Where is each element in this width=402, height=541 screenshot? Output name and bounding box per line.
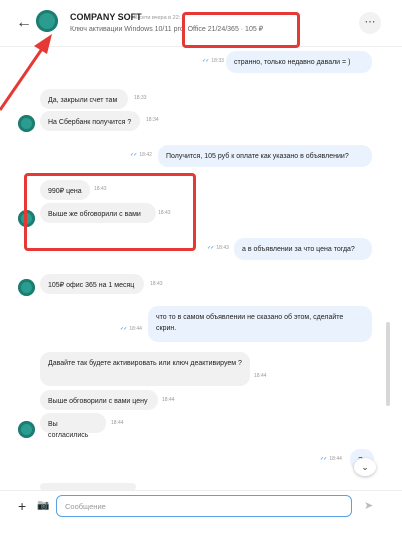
avatar: [18, 421, 35, 438]
avatar: [18, 279, 35, 296]
contact-name[interactable]: COMPANY SOFT: [70, 12, 142, 22]
message-time: 18:44: [162, 397, 175, 403]
message-time: ✓✓ 18:33: [202, 58, 224, 64]
send-icon[interactable]: ➤: [364, 499, 373, 512]
message-bubble-in: На Сбербанк получится ?: [40, 111, 140, 131]
camera-icon[interactable]: 📷: [37, 500, 49, 511]
more-menu-button[interactable]: ⋯: [359, 12, 381, 34]
message-time: ✓✓ 18:42: [130, 152, 152, 158]
message-time: ✓✓ 18:43: [207, 245, 229, 251]
message-time: 18:44: [111, 420, 124, 426]
message-bubble-out: а в объявлении за что цена тогда?: [234, 238, 372, 260]
message-input[interactable]: Сообщение: [56, 495, 352, 517]
message-time: 18:34: [146, 117, 159, 123]
avatar: [18, 115, 35, 132]
message-bubble-in: Выше обговорили с вами цену: [40, 390, 158, 410]
attach-plus-icon[interactable]: +: [18, 498, 26, 514]
contact-status: В сети вчера в 22:...: [134, 15, 185, 21]
message-bubble-in: 105₽ офис 365 на 1 месяц: [40, 274, 144, 294]
scroll-down-button[interactable]: ⌄: [354, 458, 376, 476]
message-bubble-in: Вы согласились: [40, 413, 106, 439]
message-composer: + 📷 Сообщение ➤: [0, 490, 402, 541]
message-bubble-out: что то в самом объявлении не сказано об …: [148, 306, 372, 342]
annotation-box-header: [182, 12, 300, 48]
message-bubble-out: странно, только недавно давали = ): [226, 51, 372, 73]
message-bubble-in: Давайте так будете активировать или ключ…: [40, 352, 250, 386]
scrollbar-thumb[interactable]: [386, 322, 390, 406]
annotation-box-messages: [24, 173, 196, 251]
message-time: 18:43: [150, 281, 163, 287]
message-time: ✓✓ 18:44: [120, 326, 142, 332]
message-time: 18:44: [254, 373, 267, 379]
message-bubble-in: Да, закрыли счет там: [40, 89, 128, 109]
message-bubble-out: Получится, 105 руб к оплате как указано …: [158, 145, 372, 167]
message-time: 18:33: [134, 95, 147, 101]
message-time: ✓✓ 18:44: [320, 456, 342, 462]
